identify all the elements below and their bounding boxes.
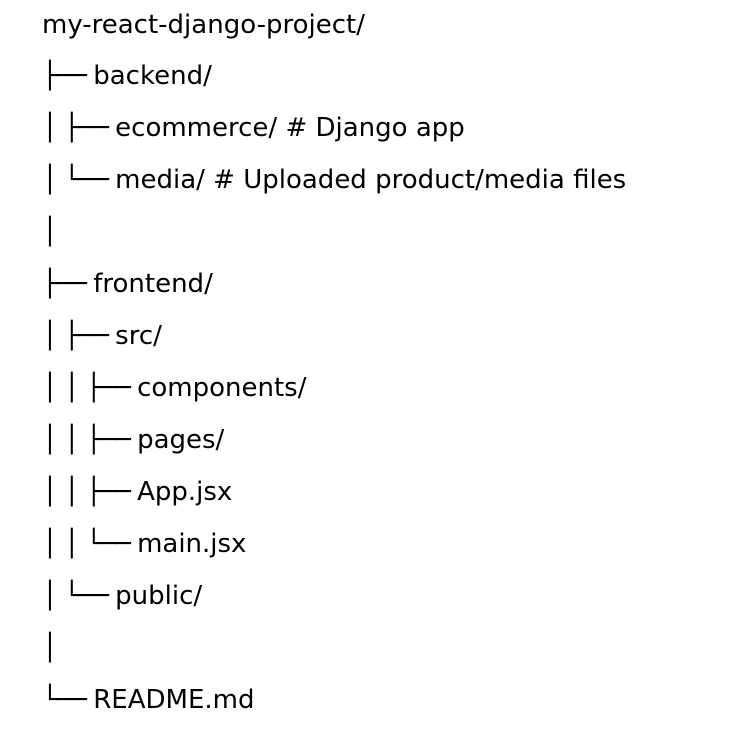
tree-line: └── README.md [42, 674, 626, 726]
tree-line-spacer: │ [42, 206, 626, 258]
tree-line-spacer: │ [42, 622, 626, 674]
tree-line: │ │ ├── App.jsx [42, 466, 626, 518]
tree-entry-name: media/ # Uploaded product/media files [115, 165, 627, 195]
tree-connector: │ ├── [42, 321, 116, 351]
tree-connector: │ └── [42, 581, 116, 611]
tree-connector: ├── [42, 61, 94, 91]
tree-line: │ ├── ecommerce/ # Django app [42, 102, 626, 154]
tree-entry-name: ecommerce/ # Django app [115, 113, 465, 143]
tree-entry-name: README.md [93, 685, 255, 715]
tree-entry-name: pages/ [137, 425, 225, 455]
tree-line-root: my-react-django-project/ [42, 0, 626, 50]
tree-line: │ │ ├── pages/ [42, 414, 626, 466]
tree-line: │ └── public/ [42, 570, 626, 622]
tree-connector: │ │ ├── [42, 425, 138, 455]
tree-connector: └── [42, 685, 94, 715]
tree-line: │ │ └── main.jsx [42, 518, 626, 570]
tree-line: │ └── media/ # Uploaded product/media fi… [42, 154, 626, 206]
tree-line: ├── frontend/ [42, 258, 626, 310]
tree-connector: │ └── [42, 165, 116, 195]
tree-line: ├── backend/ [42, 50, 626, 102]
tree-entry-name: components/ [137, 373, 307, 403]
tree-connector: │ ├── [42, 113, 116, 143]
tree-connector: │ │ ├── [42, 373, 138, 403]
tree-line: │ │ ├── components/ [42, 362, 626, 414]
tree-line: │ ├── src/ [42, 310, 626, 362]
project-structure-tree: my-react-django-project/ ├── backend/ │ … [42, 0, 626, 726]
tree-entry-name: frontend/ [93, 269, 213, 299]
tree-entry-name: backend/ [93, 61, 212, 91]
tree-connector: │ [42, 217, 58, 247]
tree-entry-name: main.jsx [137, 529, 247, 559]
tree-connector: │ │ └── [42, 529, 138, 559]
tree-entry-name: App.jsx [137, 477, 233, 507]
tree-connector: │ [42, 633, 58, 663]
tree-connector: ├── [42, 269, 94, 299]
tree-entry-name: src/ [115, 321, 162, 351]
tree-entry-name: my-react-django-project/ [42, 10, 365, 40]
tree-entry-name: public/ [115, 581, 203, 611]
tree-connector: │ │ ├── [42, 477, 138, 507]
